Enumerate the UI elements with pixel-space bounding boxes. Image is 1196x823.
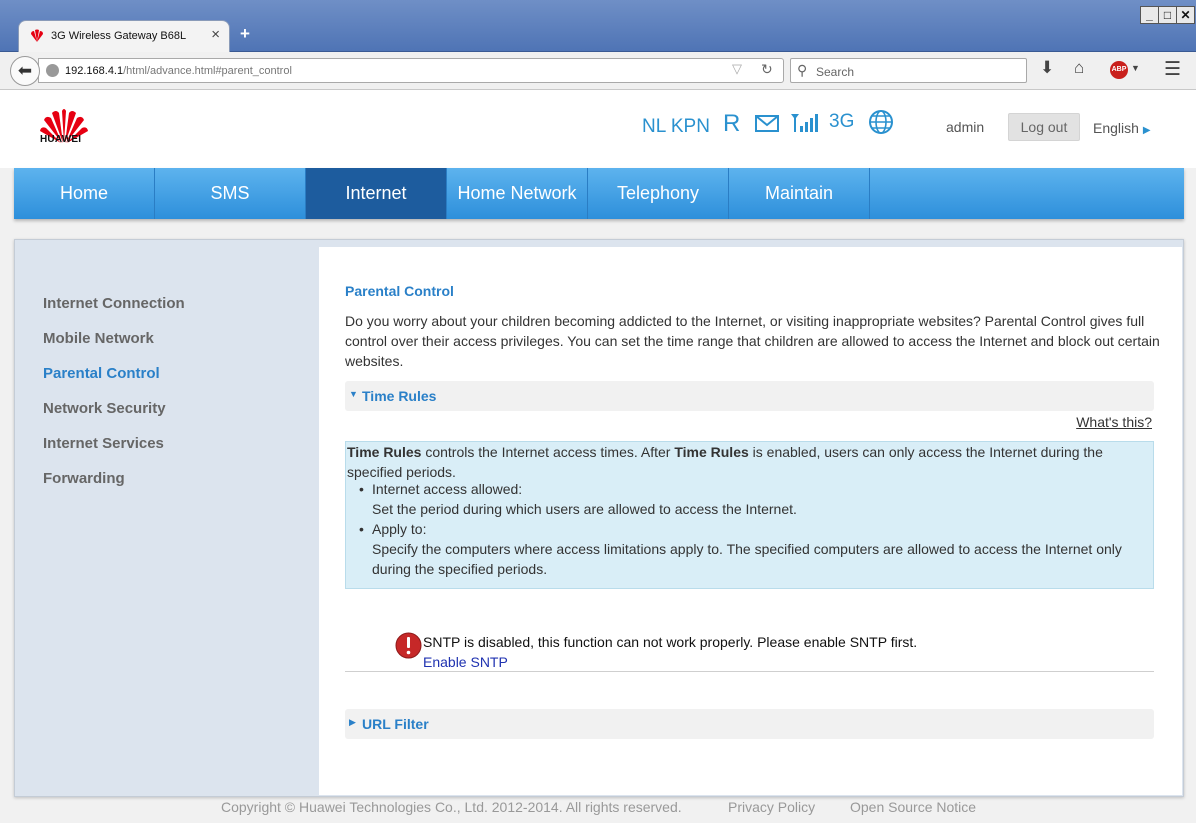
network-type: 3G	[829, 111, 855, 132]
language-selector[interactable]: English ▶	[1093, 120, 1151, 136]
sidebar-item-internet-connection[interactable]: Internet Connection	[43, 295, 185, 312]
url-dropdown-icon[interactable]: ▽	[732, 61, 742, 77]
browser-tab[interactable]: 3G Wireless Gateway B68L ×	[18, 20, 230, 52]
url-filter-accordion[interactable]: ▶ URL Filter	[345, 709, 1154, 739]
bullet-icon: •	[359, 481, 364, 497]
url-text[interactable]: 192.168.4.1/html/advance.html#parent_con…	[65, 65, 292, 77]
copyright-text: Copyright © Huawei Technologies Co., Ltd…	[221, 799, 682, 815]
help-item-apply-to: • Apply to: Specify the computers where …	[359, 521, 1122, 577]
enable-sntp-link[interactable]: Enable SNTP	[423, 654, 508, 670]
page-title: Parental Control	[345, 283, 454, 299]
chevron-right-icon: ▶	[349, 717, 356, 727]
search-icon: ⚲	[797, 62, 808, 78]
nav-telephony[interactable]: Telephony	[588, 168, 729, 219]
chevron-right-icon: ▶	[1142, 125, 1151, 136]
error-icon	[395, 632, 422, 659]
username: admin	[946, 119, 985, 135]
main-panel: Parental Control Do you worry about your…	[319, 247, 1182, 795]
operator-name: NL KPN	[642, 116, 710, 137]
router-page: HUAWEI NL KPN R 3G admin Log out English…	[0, 90, 1196, 823]
window-minimize-button[interactable]: _	[1140, 6, 1159, 24]
sidebar-item-network-security[interactable]: Network Security	[43, 400, 166, 417]
time-rules-label: Time Rules	[362, 388, 437, 404]
huawei-favicon-icon	[31, 29, 43, 42]
nav-internet[interactable]: Internet	[306, 168, 447, 219]
privacy-policy-link[interactable]: Privacy Policy	[728, 799, 815, 815]
tab-title: 3G Wireless Gateway B68L	[51, 30, 187, 42]
menu-icon[interactable]: ☰	[1164, 58, 1181, 81]
open-source-notice-link[interactable]: Open Source Notice	[850, 799, 976, 815]
reload-icon[interactable]: ↻	[761, 61, 773, 78]
browser-toolbar: 192.168.4.1/html/advance.html#parent_con…	[0, 52, 1196, 90]
nav-sms[interactable]: SMS	[155, 168, 306, 219]
tab-close-icon[interactable]: ×	[211, 26, 220, 43]
signal-strength-icon	[791, 114, 818, 132]
adblock-menu-chevron-down-icon[interactable]: ▼	[1131, 63, 1140, 73]
bullet-icon: •	[359, 521, 364, 537]
whats-this-link[interactable]: What's this?	[1076, 414, 1152, 430]
main-nav: Home SMS Internet Home Network Telephony…	[14, 168, 1184, 219]
window-maximize-button[interactable]: □	[1158, 6, 1177, 24]
sidebar-item-forwarding[interactable]: Forwarding	[43, 470, 125, 487]
mail-icon[interactable]	[755, 115, 779, 132]
logo-text: HUAWEI	[40, 134, 82, 145]
divider	[345, 671, 1154, 672]
roaming-indicator: R	[723, 110, 741, 137]
sidebar-item-mobile-network[interactable]: Mobile Network	[43, 330, 154, 347]
help-lead: Time Rules controls the Internet access …	[347, 444, 1103, 480]
sidebar-item-internet-services[interactable]: Internet Services	[43, 435, 164, 452]
sntp-warning: SNTP is disabled, this function can not …	[423, 634, 918, 650]
new-tab-button[interactable]: +	[240, 24, 250, 44]
page-header: HUAWEI NL KPN R 3G admin Log out English…	[0, 90, 1196, 168]
content-frame: Internet Connection Mobile Network Paren…	[14, 239, 1184, 797]
site-identity-icon[interactable]	[46, 64, 59, 77]
search-placeholder: Search	[816, 65, 855, 79]
search-input[interactable]: ⚲ Search	[790, 58, 1027, 83]
home-icon[interactable]: ⌂	[1074, 58, 1084, 78]
help-box: Time Rules controls the Internet access …	[345, 441, 1154, 589]
time-rules-accordion[interactable]: ▼ Time Rules	[345, 381, 1154, 411]
help-item-internet-access: • Internet access allowed: Set the perio…	[359, 481, 797, 517]
back-arrow-icon: ⬅	[17, 61, 33, 80]
nav-maintain[interactable]: Maintain	[729, 168, 870, 219]
browser-titlebar: 3G Wireless Gateway B68L × + _ □ ✕	[0, 0, 1196, 52]
nav-home[interactable]: Home	[14, 168, 155, 219]
adblock-icon[interactable]: ABP	[1110, 61, 1128, 79]
url-bar[interactable]: 192.168.4.1/html/advance.html#parent_con…	[38, 58, 784, 83]
sidebar-item-parental-control[interactable]: Parental Control	[43, 365, 160, 382]
logout-button[interactable]: Log out	[1008, 113, 1080, 141]
download-icon[interactable]: ⬇	[1040, 58, 1054, 78]
nav-home-network[interactable]: Home Network	[447, 168, 588, 219]
back-button[interactable]: ⬅	[10, 56, 40, 86]
intro-text: Do you worry about your children becomin…	[345, 313, 1160, 369]
window-close-button[interactable]: ✕	[1176, 6, 1195, 24]
url-filter-label: URL Filter	[362, 716, 429, 732]
chevron-down-icon: ▼	[349, 389, 358, 399]
internet-globe-icon	[869, 110, 893, 134]
